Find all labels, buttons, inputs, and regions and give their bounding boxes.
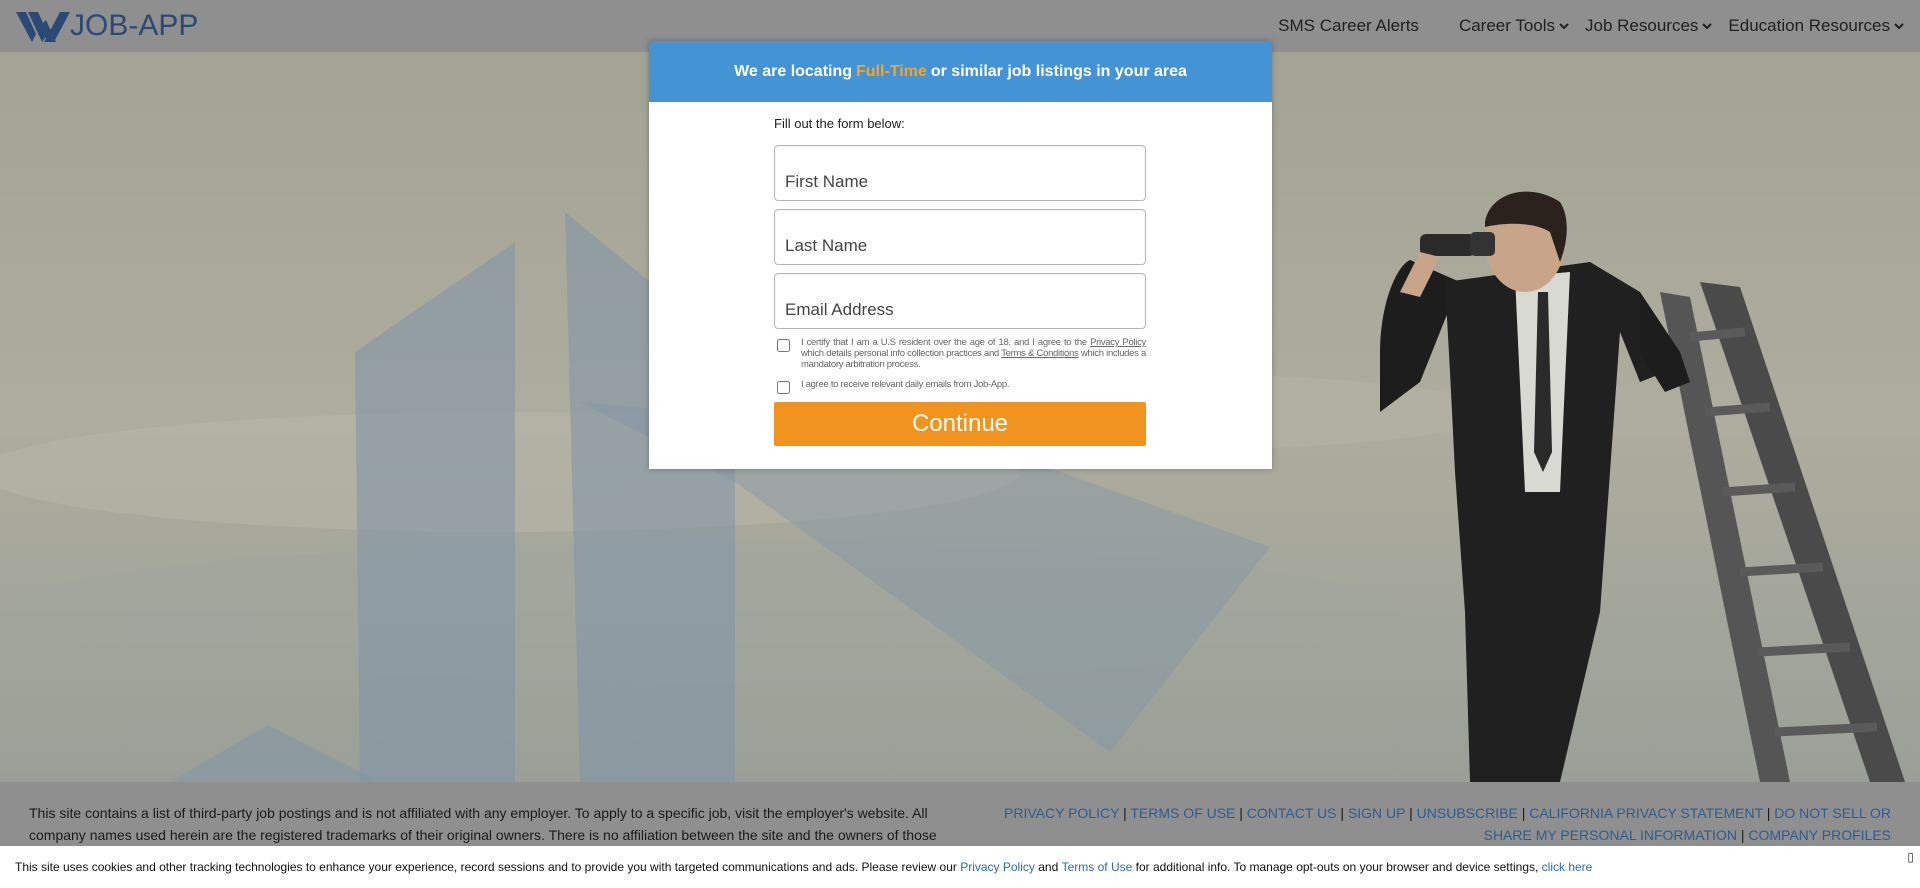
- footer-links: PRIVACY POLICY | TERMS OF USE | CONTACT …: [1004, 805, 1891, 843]
- age-terms-checkbox[interactable]: [777, 339, 790, 352]
- continue-button[interactable]: Continue: [774, 402, 1146, 446]
- age-terms-text: I certify that I am a U.S resident over …: [801, 337, 1146, 370]
- chevron-down-icon: [1702, 22, 1713, 29]
- nav-education-resources[interactable]: Education Resources: [1728, 16, 1904, 36]
- footer-disclaimer: This site contains a list of third-party…: [29, 805, 937, 843]
- cookie-privacy-link[interactable]: Privacy Policy: [960, 860, 1035, 874]
- email-input[interactable]: [775, 274, 1145, 328]
- nav-label: SMS Career Alerts: [1278, 16, 1419, 35]
- last-name-input[interactable]: [775, 210, 1145, 264]
- logo-text: JOB-APP: [70, 9, 199, 42]
- footer-link-terms-of-use[interactable]: TERMS OF USE: [1130, 805, 1235, 821]
- nav-career-tools[interactable]: Career Tools: [1459, 16, 1569, 36]
- main-nav: SMS Career Alerts Career Tools Job Resou…: [1278, 16, 1904, 36]
- cookie-text-2: for additional info. To manage opt-outs …: [1135, 860, 1539, 874]
- site-logo[interactable]: JOB-APP: [14, 0, 198, 52]
- footer-link-sign-up[interactable]: SIGN UP: [1348, 805, 1405, 821]
- logo-mark-icon: [16, 12, 70, 42]
- email-consent-checkbox[interactable]: [777, 381, 790, 394]
- headline-job-type: Full-Time: [856, 62, 927, 80]
- email-consent-text: I agree to receive relevant daily emails…: [801, 379, 1010, 390]
- footer-link-company-profiles[interactable]: COMPANY PROFILES: [1748, 827, 1891, 843]
- footer-link-unsubscribe[interactable]: UNSUBSCRIBE: [1417, 805, 1518, 821]
- consent1-prefix: I certify that I am a U.S resident over …: [801, 337, 1087, 348]
- email-consent: I agree to receive relevant daily emails…: [774, 379, 1146, 394]
- cookie-and: and: [1038, 860, 1059, 874]
- form-intro: Fill out the form below:: [774, 116, 905, 131]
- first-name-input[interactable]: [775, 146, 1145, 200]
- footer-link-privacy-policy[interactable]: PRIVACY POLICY: [1004, 805, 1119, 821]
- nav-label: Job Resources: [1585, 16, 1699, 35]
- email-field-wrapper: [774, 273, 1146, 329]
- consent1-mid: which details personal info collection p…: [801, 348, 999, 359]
- privacy-policy-link[interactable]: Privacy Policy: [1090, 337, 1146, 348]
- nav-label: Education Resources: [1728, 16, 1890, 35]
- first-name-field-wrapper: [774, 145, 1146, 201]
- site-footer: This site contains a list of third-party…: [0, 782, 1920, 846]
- nav-sms-career-alerts[interactable]: SMS Career Alerts: [1278, 16, 1419, 36]
- headline-suffix: or similar job listings in your area: [930, 62, 1187, 80]
- cookie-text-1: This site uses cookies and other trackin…: [15, 860, 957, 874]
- last-name-field-wrapper: [774, 209, 1146, 265]
- modal-headline: We are locating Full-Time or similar job…: [649, 41, 1272, 102]
- headline-prefix: We are locating: [734, 62, 853, 80]
- cookie-banner: This site uses cookies and other trackin…: [0, 846, 1920, 888]
- nav-label: Career Tools: [1458, 16, 1556, 35]
- terms-conditions-link[interactable]: Terms & Conditions: [1001, 348, 1079, 359]
- nav-job-resources[interactable]: Job Resources: [1585, 16, 1713, 36]
- chevron-down-icon: [1894, 22, 1904, 29]
- cookie-click-here-link[interactable]: click here: [1542, 860, 1593, 874]
- age-terms-consent: I certify that I am a U.S resident over …: [774, 337, 1146, 370]
- close-icon[interactable]: ▯: [1907, 850, 1914, 864]
- signup-form: Fill out the form below: I certify that …: [774, 116, 1146, 446]
- footer-link-contact-us[interactable]: CONTACT US: [1247, 805, 1337, 821]
- footer-link-california-privacy[interactable]: CALIFORNIA PRIVACY STATEMENT: [1529, 805, 1763, 821]
- chevron-down-icon: [1559, 22, 1569, 29]
- job-search-modal: We are locating Full-Time or similar job…: [649, 41, 1272, 469]
- cookie-terms-link[interactable]: Terms of Use: [1062, 860, 1133, 874]
